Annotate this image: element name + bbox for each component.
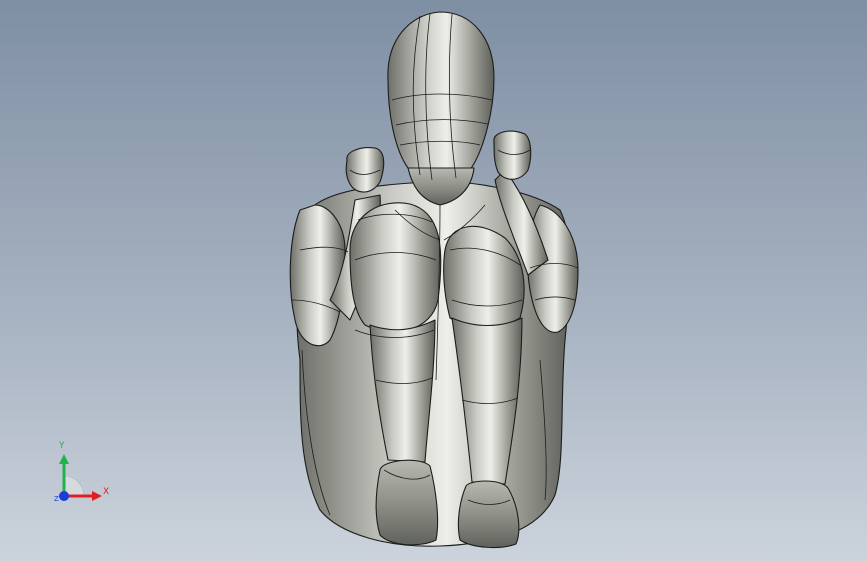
x-axis-label: X — [103, 487, 110, 497]
graphics-viewport[interactable]: Y X Z — [0, 0, 867, 562]
coordinate-triad: Y X Z — [50, 440, 120, 510]
left-shoe — [375, 459, 439, 546]
y-axis-label: Y — [59, 441, 65, 451]
left-fist — [345, 147, 385, 193]
seated-figure-model[interactable] — [0, 0, 867, 562]
right-fist — [493, 130, 532, 180]
x-arrowhead — [92, 491, 102, 501]
left-arm — [289, 204, 346, 347]
z-axis-label: Z — [54, 495, 59, 503]
y-arrowhead — [59, 454, 69, 464]
right-shoe — [457, 480, 520, 549]
left-knee — [349, 202, 442, 333]
z-axis-dot — [59, 491, 69, 501]
head — [387, 11, 495, 180]
